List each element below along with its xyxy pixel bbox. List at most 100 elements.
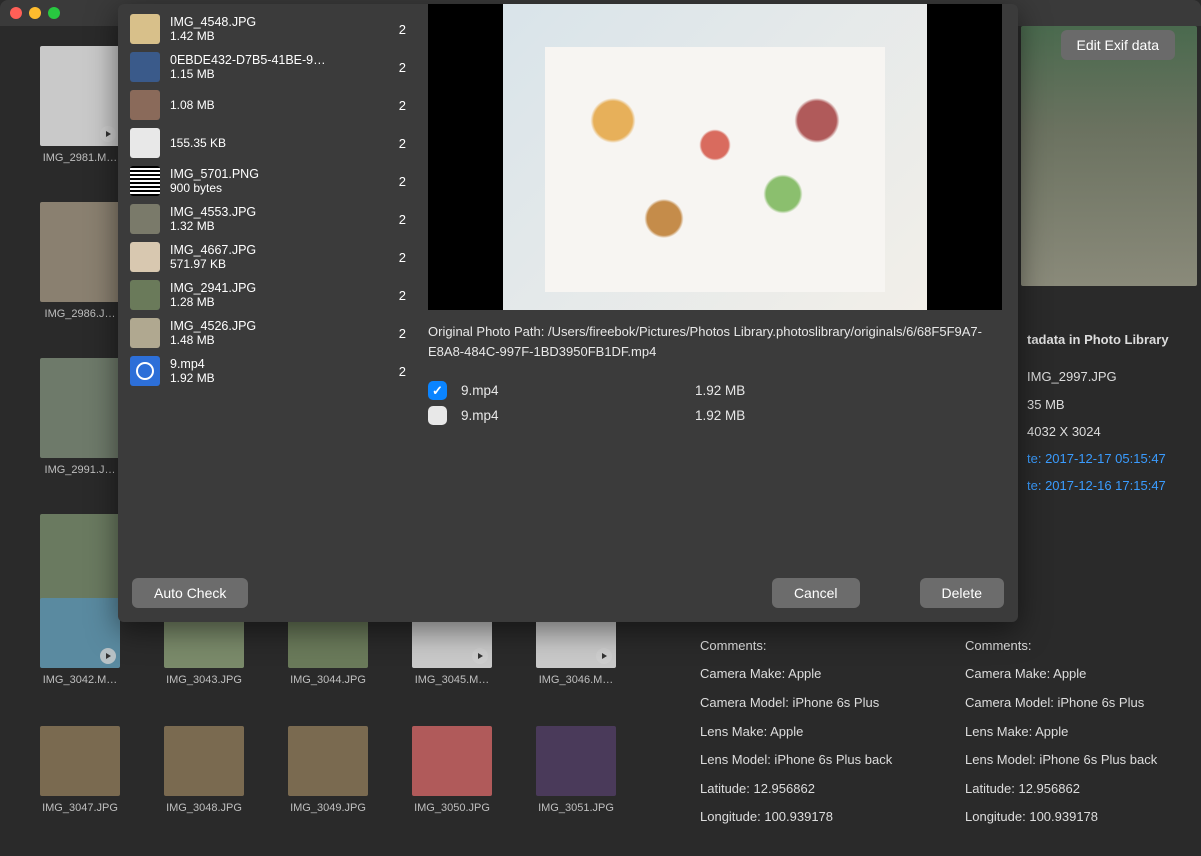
thumbnail-icon [130,318,160,348]
meta-lens-model: Lens Model: iPhone 6s Plus back [965,746,1170,775]
thumbnail-image [412,726,492,796]
duplicate-group-list[interactable]: IMG_4548.JPG1.42 MB2 0EBDE432-D7B5-41BE-… [118,4,418,566]
dup-count: 2 [386,250,406,265]
meta-size-fragment: 35 MB [1027,391,1195,418]
edit-exif-button[interactable]: Edit Exif data [1061,30,1176,60]
thumbnail-image [40,202,120,302]
list-item[interactable]: 1.08 MB 2 [118,86,418,124]
delete-button[interactable]: Delete [920,578,1004,608]
thumb-label: IMG_3045.M… [402,674,502,686]
list-item[interactable]: IMG_4667.JPG571.97 KB 2 [118,238,418,276]
meta-latitude: Latitude: 12.956862 [700,775,905,804]
dup-size: 1.92 MB [695,383,745,398]
list-item[interactable]: 155.35 KB2 [118,124,418,162]
meta-longitude: Longitude: 100.939178 [700,803,905,832]
file-name: IMG_4526.JPG [170,319,376,333]
file-size: 900 bytes [170,181,376,195]
thumb-label: IMG_2991.J… [30,464,130,476]
dup-count: 2 [386,98,406,113]
play-icon [100,126,116,142]
dup-size: 1.92 MB [695,408,745,423]
dup-count: 2 [386,22,406,37]
file-name: 9.mp4 [170,357,376,371]
list-item[interactable]: 0EBDE432-D7B5-41BE-9…1.15 MB2 [118,48,418,86]
grid-thumb[interactable]: IMG_3048.JPG [154,726,254,814]
file-size: 155.35 KB [170,136,376,150]
thumbnail-image [40,598,120,668]
list-item[interactable]: IMG_4548.JPG1.42 MB2 [118,10,418,48]
grid-thumb[interactable]: IMG_3042.M… [30,598,130,686]
meta-dimensions: 4032 X 3024 [1027,418,1195,445]
file-name: IMG_4553.JPG [170,205,376,219]
list-item[interactable]: IMG_2941.JPG1.28 MB2 [118,276,418,314]
zoom-window-button[interactable] [48,7,60,19]
thumbnail-icon [130,128,160,158]
thumb-label: IMG_3044.JPG [278,674,378,686]
thumbnail-icon [130,90,160,120]
meta-date-created[interactable]: te: 2017-12-17 05:15:47 [1027,445,1195,472]
select-checkbox[interactable] [428,381,447,400]
dup-count: 2 [386,288,406,303]
thumb-label: IMG_3042.M… [30,674,130,686]
file-name: IMG_4667.JPG [170,243,376,257]
file-size: 1.28 MB [170,295,376,309]
file-size: 1.32 MB [170,219,376,233]
dup-count: 2 [386,326,406,341]
file-size: 1.92 MB [170,371,376,385]
minimize-window-button[interactable] [29,7,41,19]
file-size: 1.48 MB [170,333,376,347]
preview-image [503,4,928,310]
cancel-button[interactable]: Cancel [772,578,860,608]
dup-count: 2 [386,174,406,189]
play-icon [472,648,488,664]
meta-comments: Comments: [700,632,905,661]
file-size: 1.08 MB [170,98,376,112]
photo-grid-row: IMG_3047.JPG IMG_3048.JPG IMG_3049.JPG I… [30,726,626,814]
meta-date-modified[interactable]: te: 2017-12-16 17:15:47 [1027,472,1195,499]
grid-thumb[interactable]: IMG_3047.JPG [30,726,130,814]
grid-thumb[interactable]: IMG_2991.J… [30,358,130,476]
metadata-compare: Comments: Camera Make: Apple Camera Mode… [680,632,1190,852]
metadata-column-right: Comments: Camera Make: Apple Camera Mode… [965,632,1170,832]
meta-camera-make: Camera Make: Apple [700,660,905,689]
preview-panel: Original Photo Path: /Users/fireebok/Pic… [418,4,1018,566]
thumbnail-image [164,726,244,796]
thumb-label: IMG_3043.JPG [154,674,254,686]
file-name: IMG_5701.PNG [170,167,376,181]
thumbnail-icon [130,280,160,310]
meta-camera-model: Camera Model: iPhone 6s Plus [700,689,905,718]
close-window-button[interactable] [10,7,22,19]
thumb-label: IMG_3048.JPG [154,802,254,814]
dup-count: 2 [386,212,406,227]
thumbnail-icon [130,166,160,196]
dup-name: 9.mp4 [461,408,681,423]
auto-check-button[interactable]: Auto Check [132,578,248,608]
list-item[interactable]: IMG_5701.PNG900 bytes 2 [118,162,418,200]
play-icon [100,648,116,664]
dialog-footer: Auto Check Cancel Delete [118,566,1018,622]
thumb-label: IMG_3046.M… [526,674,626,686]
dup-row[interactable]: 9.mp4 1.92 MB [428,378,1002,403]
meta-camera-make: Camera Make: Apple [965,660,1170,689]
list-item[interactable]: IMG_4553.JPG1.32 MB 2 [118,200,418,238]
thumbnail-icon [130,14,160,44]
grid-thumb[interactable]: IMG_3049.JPG [278,726,378,814]
list-item[interactable]: 9.mp41.92 MB2 [118,352,418,390]
grid-thumb[interactable]: IMG_3050.JPG [402,726,502,814]
dup-row[interactable]: 9.mp4 1.92 MB [428,403,1002,428]
grid-thumb[interactable]: IMG_2986.J… [30,202,130,320]
file-size: 571.97 KB [170,257,376,271]
file-size: 1.42 MB [170,29,376,43]
meta-lens-make: Lens Make: Apple [965,718,1170,747]
meta-camera-model: Camera Model: iPhone 6s Plus [965,689,1170,718]
select-checkbox[interactable] [428,406,447,425]
thumb-label: IMG_3049.JPG [278,802,378,814]
duplicate-files-dialog: IMG_4548.JPG1.42 MB2 0EBDE432-D7B5-41BE-… [118,4,1018,622]
grid-thumb[interactable]: IMG_2981.M… [30,46,130,164]
grid-thumb[interactable]: IMG_3051.JPG [526,726,626,814]
list-item[interactable]: IMG_4526.JPG1.48 MB 2 [118,314,418,352]
preview-viewport [428,4,1002,310]
preview-thumbnail [1021,26,1197,286]
thumbnail-icon [130,204,160,234]
thumb-label: IMG_3050.JPG [402,802,502,814]
